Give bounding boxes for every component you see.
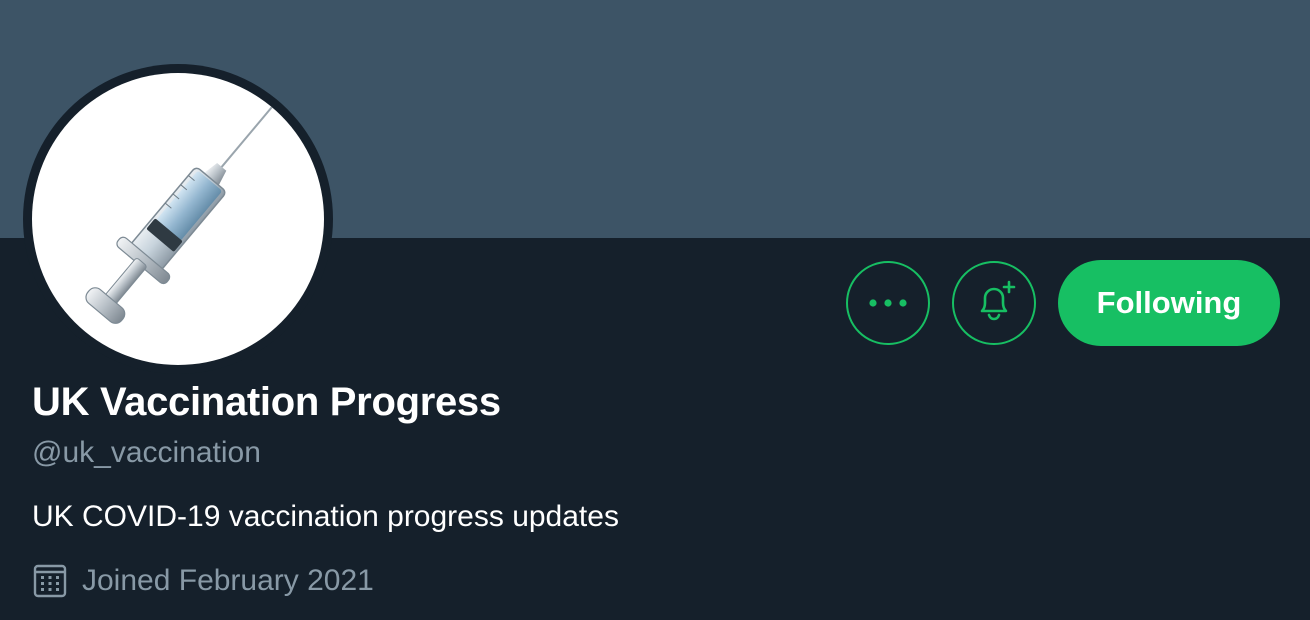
avatar-image [32,73,324,365]
join-date: Joined February 2021 [32,563,374,599]
more-options-button[interactable] [846,261,930,345]
syringe-icon [85,106,273,324]
bell-plus-icon [980,280,1016,321]
following-button[interactable]: Following [1058,260,1280,346]
calendar-icon [33,564,67,598]
display-name: UK Vaccination Progress [32,380,501,424]
avatar[interactable] [23,64,333,374]
join-date-label: Joined February 2021 [82,564,374,597]
profile-actions: Following [846,260,1280,346]
more-dots-icon [869,299,907,307]
user-handle: @uk_vaccination [32,436,261,469]
notifications-button[interactable] [952,261,1036,345]
profile-header: Following UK Vaccination Progress @uk_va… [0,0,1310,620]
profile-bio: UK COVID-19 vaccination progress updates [32,500,619,533]
